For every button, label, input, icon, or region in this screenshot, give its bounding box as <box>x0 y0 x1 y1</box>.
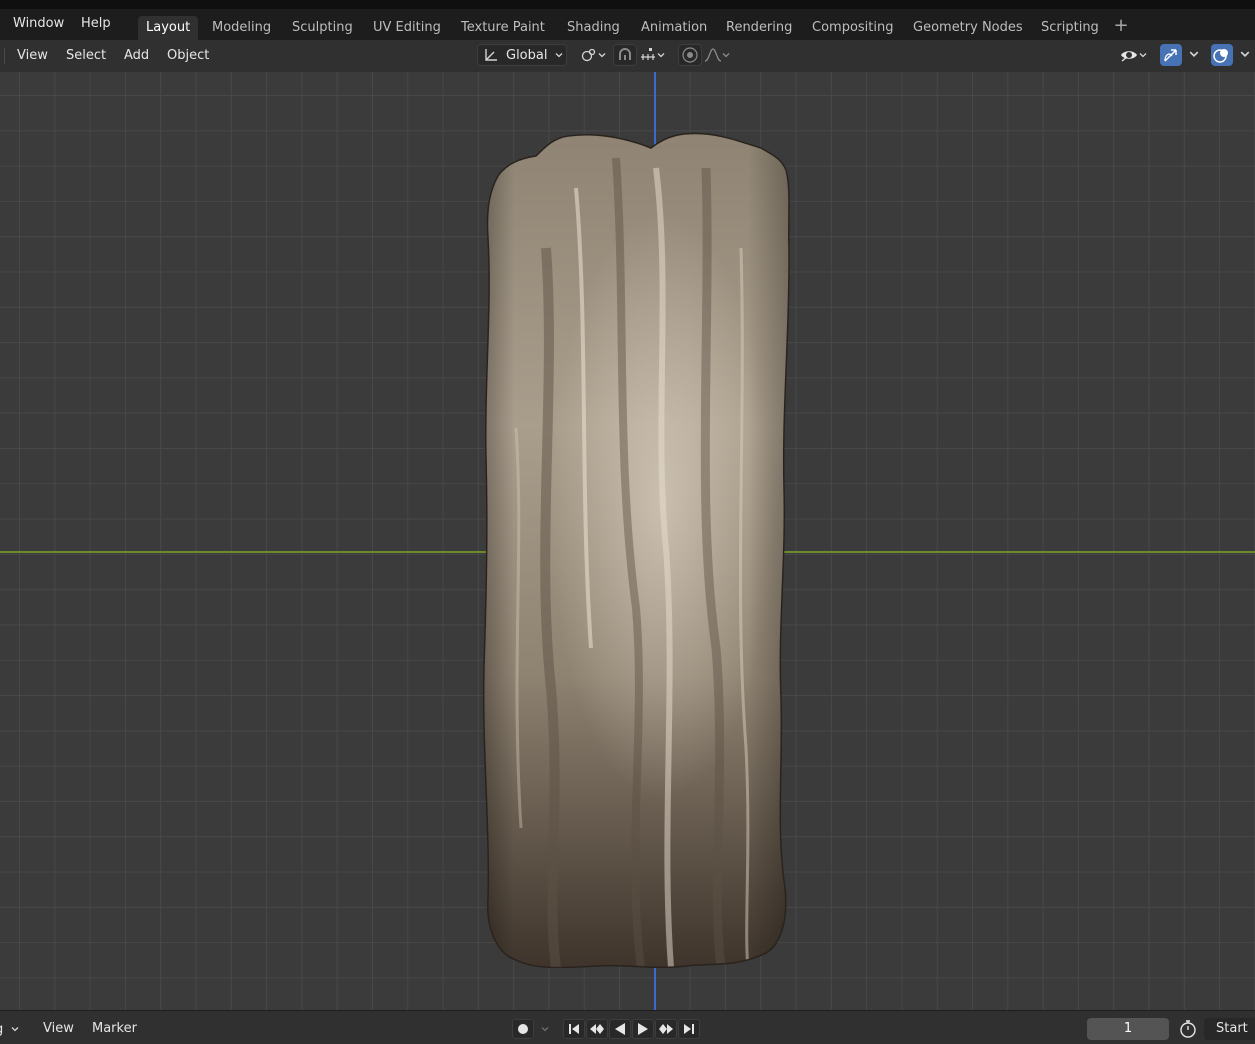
menu-select[interactable]: Select <box>66 48 106 63</box>
transform-orientation-label: Global <box>506 47 548 63</box>
proportional-editing-toggle[interactable] <box>678 44 702 66</box>
gizmo-icon <box>1164 49 1177 62</box>
stopwatch-icon[interactable] <box>1178 1019 1198 1039</box>
overlays-dropdown-chevron-icon[interactable] <box>1240 49 1250 59</box>
header-divider <box>4 48 5 64</box>
menu-add[interactable]: Add <box>124 48 149 63</box>
falloff-dropdown[interactable] <box>703 44 737 66</box>
chevron-down-icon <box>11 1027 19 1032</box>
menu-object[interactable]: Object <box>167 48 209 63</box>
play-button[interactable] <box>632 1019 654 1039</box>
chevron-down-icon <box>1139 53 1147 58</box>
prev-keyframe-icon <box>590 1024 604 1034</box>
next-keyframe-icon <box>659 1024 673 1034</box>
gizmo-toggle[interactable] <box>1160 44 1182 66</box>
cloth-object[interactable] <box>476 128 796 968</box>
play-reverse-button[interactable] <box>609 1019 631 1039</box>
play-icon <box>638 1023 648 1035</box>
timeline-header: g View Marker 1 Start <box>0 1010 1255 1044</box>
tab-texture-paint[interactable]: Texture Paint <box>453 16 553 40</box>
snap-target-dropdown[interactable] <box>638 44 672 66</box>
tab-scripting[interactable]: Scripting <box>1033 16 1107 40</box>
timeline-menu-view[interactable]: View <box>43 1021 74 1036</box>
add-workspace-button[interactable]: + <box>1113 16 1129 36</box>
pivot-point-icon <box>581 48 596 62</box>
record-icon <box>518 1024 528 1034</box>
tab-geometry-nodes[interactable]: Geometry Nodes <box>905 16 1031 40</box>
chevron-down-icon <box>556 53 563 58</box>
falloff-icon <box>704 48 722 62</box>
visibility-eye-icon <box>1121 51 1137 62</box>
gizmo-dropdown-chevron-icon[interactable] <box>1189 49 1199 59</box>
viewport-header: View Select Add Object Global <box>0 40 1255 72</box>
top-bar: Window Help Layout Modeling Sculpting UV… <box>0 0 1255 40</box>
timeline-menu-marker[interactable]: Marker <box>92 1021 137 1036</box>
chevron-down-icon <box>722 53 730 58</box>
tab-rendering[interactable]: Rendering <box>718 16 800 40</box>
start-frame-field[interactable]: Start <box>1204 1018 1255 1040</box>
keying-dropdown[interactable] <box>535 1019 555 1039</box>
jump-to-end-icon <box>684 1024 694 1034</box>
current-frame-field[interactable]: 1 <box>1087 1018 1169 1040</box>
playback-label: g <box>0 1022 3 1037</box>
snap-increment-icon <box>641 48 655 60</box>
tab-animation[interactable]: Animation <box>633 16 715 40</box>
proportional-editing-icon <box>682 47 698 63</box>
snap-icon <box>619 48 631 60</box>
auto-keying-toggle[interactable] <box>512 1019 534 1039</box>
title-strip <box>0 0 1255 9</box>
pivot-point-dropdown[interactable] <box>577 44 609 66</box>
jump-to-keyframe-prev-button[interactable] <box>586 1019 608 1039</box>
snap-toggle[interactable] <box>613 44 637 66</box>
tab-layout[interactable]: Layout <box>138 16 199 40</box>
transform-orientation-dropdown[interactable]: Global <box>477 44 567 66</box>
jump-to-start-button[interactable] <box>563 1019 585 1039</box>
transform-orientation-icon <box>483 47 499 63</box>
jump-to-start-icon <box>569 1024 579 1034</box>
menu-window[interactable]: Window <box>13 16 64 31</box>
menu-help[interactable]: Help <box>81 16 111 31</box>
jump-to-keyframe-next-button[interactable] <box>655 1019 677 1039</box>
chevron-down-icon <box>598 53 606 58</box>
play-reverse-icon <box>615 1023 625 1035</box>
tab-sculpting[interactable]: Sculpting <box>284 16 361 40</box>
tab-modeling[interactable]: Modeling <box>204 16 279 40</box>
playback-dropdown[interactable]: g <box>0 1019 32 1039</box>
chevron-down-icon <box>541 1027 549 1032</box>
overlays-icon <box>1213 49 1228 63</box>
tab-uv-editing[interactable]: UV Editing <box>365 16 449 40</box>
3d-viewport[interactable] <box>0 72 1255 1010</box>
menu-view[interactable]: View <box>17 48 48 63</box>
tab-compositing[interactable]: Compositing <box>804 16 902 40</box>
visibility-dropdown[interactable] <box>1118 44 1154 66</box>
chevron-down-icon <box>657 53 665 58</box>
overlays-toggle[interactable] <box>1211 44 1233 66</box>
tab-shading[interactable]: Shading <box>559 16 628 40</box>
jump-to-end-button[interactable] <box>678 1019 700 1039</box>
